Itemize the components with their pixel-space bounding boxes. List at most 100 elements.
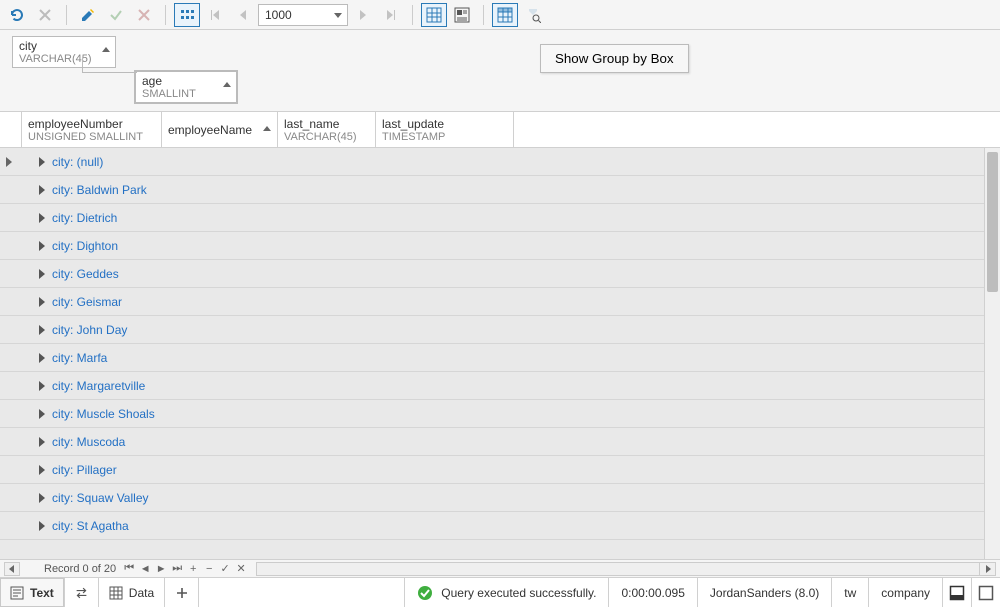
conn1-text: tw (844, 586, 856, 600)
column-header-last_update[interactable]: last_update TIMESTAMP (376, 112, 514, 147)
expand-icon[interactable] (34, 297, 52, 307)
prev-page-button (230, 3, 256, 27)
column-type: UNSIGNED SMALLINT (28, 131, 155, 143)
group-label[interactable]: city: Dietrich (52, 211, 117, 225)
expand-icon[interactable] (34, 325, 52, 335)
expand-icon[interactable] (34, 269, 52, 279)
column-name: last_name (284, 117, 369, 131)
group-label[interactable]: city: John Day (52, 323, 127, 337)
pivot-view-button[interactable] (492, 3, 518, 27)
expand-icon[interactable] (34, 409, 52, 419)
column-name: last_update (382, 117, 507, 131)
sort-asc-icon (223, 82, 231, 87)
grid-view-button[interactable] (421, 3, 447, 27)
group-row[interactable]: city: John Day (0, 316, 984, 344)
expand-icon[interactable] (34, 381, 52, 391)
tab-swap[interactable] (65, 578, 99, 607)
row-indicator-icon (0, 157, 20, 167)
tab-text[interactable]: Text (0, 578, 65, 607)
group-label[interactable]: city: (null) (52, 155, 103, 169)
nav-first-button[interactable]: ⏮ (122, 562, 136, 575)
nav-next-button[interactable]: ► (154, 563, 168, 575)
expand-icon[interactable] (34, 437, 52, 447)
column-header-last_name[interactable]: last_name VARCHAR(45) (278, 112, 376, 147)
group-row[interactable]: city: Pillager (0, 456, 984, 484)
nav-cancel-button[interactable]: ✕ (234, 562, 248, 575)
group-row[interactable]: city: Geddes (0, 260, 984, 288)
column-header-employeeNumber[interactable]: employeeNumber UNSIGNED SMALLINT (22, 112, 162, 147)
group-row[interactable]: city: Dighton (0, 232, 984, 260)
show-group-by-box-button[interactable]: Show Group by Box (540, 44, 689, 73)
expand-icon[interactable] (34, 465, 52, 475)
group-row[interactable]: city: St Agatha (0, 512, 984, 540)
nav-last-button[interactable]: ⏭ (170, 562, 184, 575)
group-label[interactable]: city: Pillager (52, 463, 117, 477)
status-conn2: company (868, 578, 942, 607)
last-page-button (378, 3, 404, 27)
group-label[interactable]: city: Geismar (52, 295, 122, 309)
expand-icon[interactable] (34, 213, 52, 223)
status-conn1: tw (831, 578, 868, 607)
expand-icon[interactable] (34, 521, 52, 531)
group-label[interactable]: city: Dighton (52, 239, 118, 253)
group-row[interactable]: city: Dietrich (0, 204, 984, 232)
conn2-text: company (881, 586, 930, 600)
next-page-button (350, 3, 376, 27)
button-label: Show Group by Box (555, 51, 674, 66)
group-label[interactable]: city: Baldwin Park (52, 183, 147, 197)
tab-data[interactable]: Data (99, 578, 165, 607)
group-label[interactable]: city: Margaretville (52, 379, 145, 393)
paginated-mode-button[interactable] (174, 3, 200, 27)
panel-toggle-1[interactable] (942, 578, 971, 607)
nav-prev-button[interactable]: ◄ (138, 563, 152, 575)
tab-label: Text (30, 586, 54, 600)
group-label[interactable]: city: Muscle Shoals (52, 407, 155, 421)
user-text: JordanSanders (8.0) (710, 586, 819, 600)
group-label[interactable]: city: Geddes (52, 267, 119, 281)
nav-remove-button[interactable]: − (202, 563, 216, 575)
horizontal-scrollbar[interactable] (256, 562, 996, 576)
group-label[interactable]: city: St Agatha (52, 519, 129, 533)
group-label[interactable]: city: Marfa (52, 351, 107, 365)
expand-icon[interactable] (34, 353, 52, 363)
tab-label: Data (129, 586, 154, 600)
expand-icon[interactable] (34, 157, 52, 167)
filter-button[interactable] (520, 3, 546, 27)
group-row[interactable]: city: Muscle Shoals (0, 400, 984, 428)
vertical-scrollbar[interactable] (984, 148, 1000, 559)
group-row[interactable]: city: Squaw Valley (0, 484, 984, 512)
card-view-button[interactable] (449, 3, 475, 27)
page-size-select[interactable]: 1000 (258, 4, 348, 26)
toolbar-separator (165, 5, 166, 25)
refresh-button[interactable] (4, 3, 30, 27)
expand-icon[interactable] (34, 241, 52, 251)
group-row[interactable]: city: (null) (0, 148, 984, 176)
group-chip-name: city (19, 39, 99, 53)
group-label[interactable]: city: Muscoda (52, 435, 125, 449)
hscroll-right-button[interactable] (979, 562, 995, 576)
tab-add[interactable] (165, 578, 199, 607)
page-size-value: 1000 (265, 8, 292, 22)
expand-icon[interactable] (34, 185, 52, 195)
column-header-employeeName[interactable]: employeeName (162, 112, 278, 147)
group-row[interactable]: city: Baldwin Park (0, 176, 984, 204)
expand-icon[interactable] (34, 493, 52, 503)
toolbar-separator (483, 5, 484, 25)
panel-toggle-2[interactable] (971, 578, 1000, 607)
group-label[interactable]: city: Squaw Valley (52, 491, 149, 505)
scrollbar-thumb[interactable] (987, 152, 998, 292)
group-row[interactable]: city: Muscoda (0, 428, 984, 456)
nav-add-button[interactable]: + (186, 563, 200, 575)
nav-commit-button[interactable]: ✓ (218, 562, 232, 575)
column-name: employeeName (168, 123, 271, 137)
group-chip-age[interactable]: age SMALLINT (134, 70, 238, 104)
group-row[interactable]: city: Geismar (0, 288, 984, 316)
status-text: Query executed successfully. (441, 586, 596, 600)
elapsed-text: 0:00:00.095 (621, 586, 684, 600)
edit-mode-button[interactable] (75, 3, 101, 27)
group-row[interactable]: city: Margaretville (0, 372, 984, 400)
hscroll-left-button[interactable] (4, 562, 20, 576)
group-row[interactable]: city: Marfa (0, 344, 984, 372)
group-chip-name: age (142, 74, 220, 88)
status-bar: Text Data Query executed successfully. 0… (0, 577, 1000, 607)
